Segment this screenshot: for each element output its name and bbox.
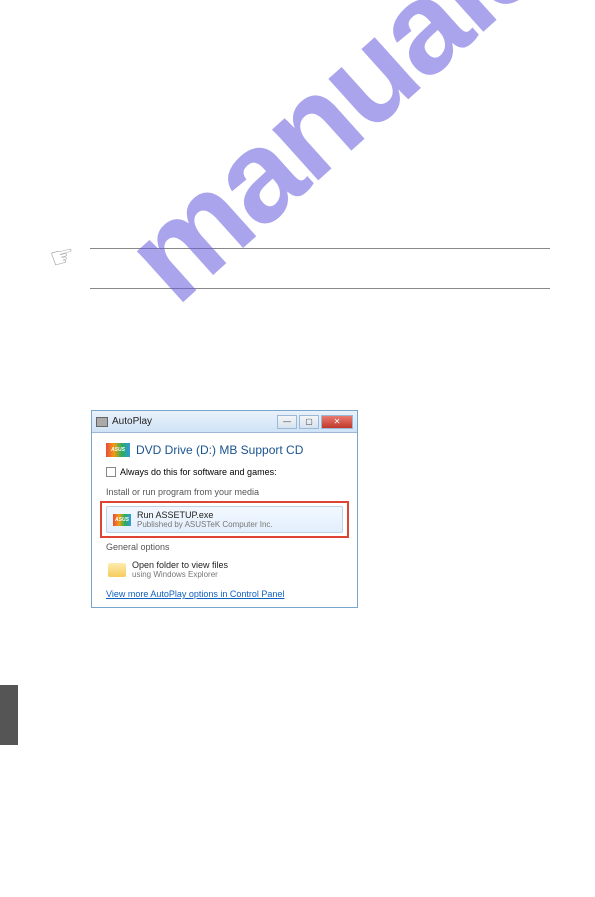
folder-icon xyxy=(108,563,126,577)
drive-title: DVD Drive (D:) MB Support CD xyxy=(136,443,303,457)
window-title: AutoPlay xyxy=(112,416,277,427)
asus-logo-icon: ASUS xyxy=(106,443,130,457)
checkbox-icon[interactable] xyxy=(106,467,116,477)
folder-title: Open folder to view files xyxy=(132,560,228,570)
always-label: Always do this for software and games: xyxy=(120,467,277,477)
run-title: Run ASSETUP.exe xyxy=(137,510,273,520)
divider xyxy=(90,288,550,289)
window-icon xyxy=(96,417,108,427)
open-folder-option[interactable]: Open folder to view files using Windows … xyxy=(106,556,343,585)
pointing-hand-icon: ☞ xyxy=(46,237,79,275)
more-options-link[interactable]: View more AutoPlay options in Control Pa… xyxy=(106,589,284,599)
titlebar[interactable]: AutoPlay — ▢ ✕ xyxy=(92,411,357,433)
maximize-button[interactable]: ▢ xyxy=(299,415,319,429)
highlight-frame: ASUS Run ASSETUP.exe Published by ASUSTe… xyxy=(100,501,349,538)
run-assetup-option[interactable]: ASUS Run ASSETUP.exe Published by ASUSTe… xyxy=(106,506,343,533)
watermark-text: manualshive.com xyxy=(96,0,582,219)
run-publisher: Published by ASUSTeK Computer Inc. xyxy=(137,520,273,529)
minimize-button[interactable]: — xyxy=(277,415,297,429)
close-button[interactable]: ✕ xyxy=(321,415,353,429)
folder-sub: using Windows Explorer xyxy=(132,570,228,579)
general-section-label: General options xyxy=(106,542,343,552)
always-checkbox-row[interactable]: Always do this for software and games: xyxy=(106,467,343,477)
autoplay-dialog: AutoPlay — ▢ ✕ ASUS DVD Drive (D:) MB Su… xyxy=(91,410,358,608)
divider xyxy=(90,248,550,249)
install-section-label: Install or run program from your media xyxy=(106,487,343,497)
page-tab-stub xyxy=(0,685,18,745)
asus-logo-icon: ASUS xyxy=(113,514,131,526)
